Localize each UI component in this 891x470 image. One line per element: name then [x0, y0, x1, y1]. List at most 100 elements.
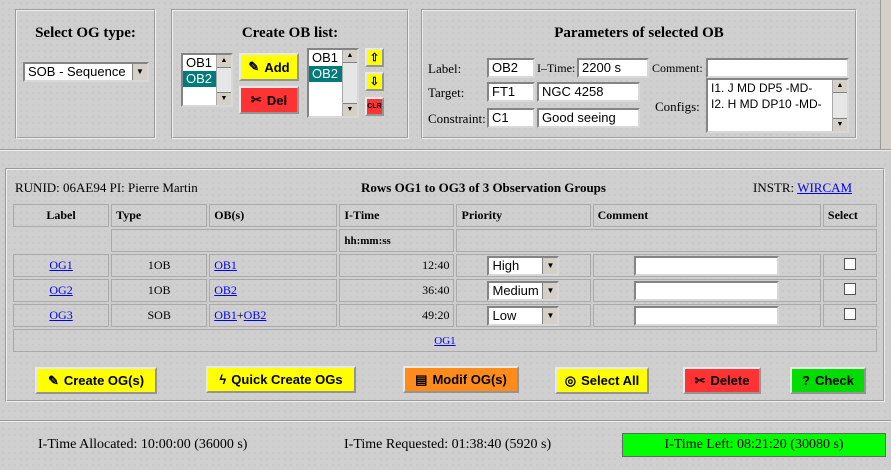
move-down-button[interactable]: ⇩	[365, 72, 384, 91]
table-header-row: Label Type OB(s) I-Time Priority Comment…	[13, 204, 877, 227]
scrollbar[interactable]: ▲ ▼	[216, 55, 231, 105]
arrow-up-icon: ⇧	[369, 52, 380, 64]
table-row: OG3 SOB OB1+OB2 49:20 Low ▼	[13, 304, 877, 327]
chevron-up-icon[interactable]: ▲	[833, 80, 847, 93]
chevron-down-icon[interactable]: ▼	[217, 92, 231, 105]
scrollbar[interactable]: ▲ ▼	[342, 50, 357, 116]
constraint-label: Constraint:	[428, 111, 486, 126]
comment-input[interactable]	[633, 305, 779, 326]
comment-input[interactable]	[633, 255, 779, 276]
config-item[interactable]: I1. J MD DP5 -MD-	[708, 80, 833, 96]
select-checkbox[interactable]	[843, 282, 856, 295]
add-button[interactable]: ✎ Add	[239, 53, 299, 81]
og-itime: 49:20	[339, 304, 455, 327]
divider	[0, 149, 891, 151]
itime-field[interactable]: 2200 s	[577, 58, 649, 78]
og-table: Label Type OB(s) I-Time Priority Comment…	[11, 202, 879, 354]
config-item[interactable]: I2. H MD DP10 -MD-	[708, 96, 833, 112]
scrollbar[interactable]: ▲ ▼	[832, 80, 847, 131]
priority-value: Medium	[492, 282, 539, 298]
ob-link[interactable]: OB2	[244, 308, 267, 322]
check-label: Check	[814, 373, 854, 388]
ob-link[interactable]: OB2	[214, 283, 237, 297]
og-type-title: Select OG type:	[35, 25, 136, 41]
scissors-icon: ✂	[250, 92, 262, 107]
og-link[interactable]: OG3	[49, 308, 72, 322]
comment-input[interactable]	[633, 280, 779, 301]
rows-title: Rows OG1 to OG3 of 3 Observation Groups	[361, 180, 606, 195]
pencil-icon: ✎	[47, 372, 59, 388]
chevron-down-icon[interactable]: ▼	[833, 118, 847, 131]
og-type: 1OB	[111, 254, 208, 277]
og-type: SOB	[111, 304, 208, 327]
quick-create-button[interactable]: ϟ Quick Create OGs	[206, 366, 356, 393]
priority-select[interactable]: High ▼	[487, 255, 560, 276]
select-all-button[interactable]: ◎ Select All	[555, 367, 649, 394]
target-label: Target:	[428, 85, 465, 100]
priority-value: Low	[492, 307, 517, 323]
og-ob-item[interactable]: OB1	[309, 50, 343, 66]
col-comment: Comment	[592, 204, 821, 227]
constraint-desc-field[interactable]: Good seeing	[537, 108, 640, 128]
chevron-down-icon[interactable]: ▼	[542, 282, 558, 299]
chevron-up-icon[interactable]: ▲	[343, 50, 357, 63]
og-link[interactable]: OG1	[49, 258, 72, 272]
og-type-selected: SOB - Sequence	[28, 64, 126, 79]
parameters-panel: Parameters of selected OB Label: OB2 I–T…	[421, 9, 857, 139]
page-scrollbar[interactable]	[880, 0, 891, 150]
available-ob-list[interactable]: OB1 OB2 ▲ ▼	[181, 53, 233, 107]
target-field[interactable]: FT1	[487, 82, 535, 102]
available-ob-item[interactable]: OB1	[183, 55, 217, 71]
move-up-button[interactable]: ⇧	[365, 48, 384, 67]
divider	[0, 420, 891, 422]
target-name-field[interactable]: NGC 4258	[537, 82, 640, 102]
delete-button[interactable]: ✂ Delete	[683, 367, 761, 394]
ob-list-panel: Create OB list: OB1 OB2 ▲ ▼ ✎ Add ✂ Del OB1…	[171, 9, 409, 139]
og-type-select[interactable]: SOB - Sequence ▼	[23, 62, 149, 82]
col-priority: Priority	[456, 204, 591, 227]
chevron-down-icon[interactable]: ▼	[132, 64, 147, 80]
select-checkbox[interactable]	[843, 307, 856, 320]
quick-create-label: Quick Create OGs	[231, 372, 343, 387]
ob-list-title: Create OB list:	[241, 25, 339, 41]
og-ob-item-selected[interactable]: OB2	[309, 66, 343, 82]
comment-field[interactable]	[706, 58, 849, 78]
label-field[interactable]: OB2	[487, 58, 535, 78]
page-link[interactable]: OG1	[434, 335, 455, 347]
select-checkbox[interactable]	[843, 257, 856, 270]
og-type-panel: Select OG type: SOB - Sequence ▼	[15, 9, 156, 139]
chevron-down-icon[interactable]: ▼	[343, 103, 357, 116]
chevron-down-icon[interactable]: ▼	[542, 307, 558, 324]
configs-list[interactable]: I1. J MD DP5 -MD- I2. H MD DP10 -MD- ▲ ▼	[706, 78, 849, 133]
check-button[interactable]: ? Check	[790, 367, 866, 394]
og-ob-list[interactable]: OB1 OB2 ▲ ▼	[307, 48, 359, 118]
itime-allocated: I-Time Allocated: 10:00:00 (36000 s)	[38, 437, 248, 452]
modif-og-button[interactable]: ▤ Modif OG(s)	[403, 366, 519, 393]
itime-unit: hh:mm:ss	[339, 229, 455, 252]
ob-link[interactable]: OB1	[214, 258, 237, 272]
table-row: OG2 1OB OB2 36:40 Medium ▼	[13, 279, 877, 302]
del-button-label: Del	[266, 92, 288, 108]
scissors-icon: ✂	[694, 372, 706, 388]
parameters-title: Parameters of selected OB	[554, 25, 724, 41]
clr-button[interactable]: CLR	[365, 97, 384, 116]
chevron-up-icon[interactable]: ▲	[217, 55, 231, 68]
priority-select[interactable]: Low ▼	[487, 305, 560, 326]
create-og-label: Create OG(s)	[63, 373, 145, 388]
create-og-button[interactable]: ✎ Create OG(s)	[35, 367, 157, 394]
chevron-down-icon[interactable]: ▼	[542, 257, 558, 274]
available-ob-item-selected[interactable]: OB2	[183, 71, 217, 87]
ob-link[interactable]: OB1	[214, 308, 237, 322]
del-button[interactable]: ✂ Del	[239, 86, 299, 114]
og-itime: 36:40	[339, 279, 455, 302]
instr-link[interactable]: WIRCAM	[797, 180, 852, 195]
itime-requested: I-Time Requested: 01:38:40 (5920 s)	[344, 437, 552, 452]
constraint-field[interactable]: C1	[487, 108, 535, 128]
select-all-label: Select All	[581, 373, 640, 388]
arrow-down-icon: ⇩	[369, 76, 380, 88]
priority-value: High	[492, 257, 520, 273]
table-row: OG1 1OB OB1 12:40 High ▼	[13, 254, 877, 277]
og-link[interactable]: OG2	[49, 283, 72, 297]
priority-select[interactable]: Medium ▼	[487, 280, 560, 301]
col-select: Select	[822, 204, 877, 227]
